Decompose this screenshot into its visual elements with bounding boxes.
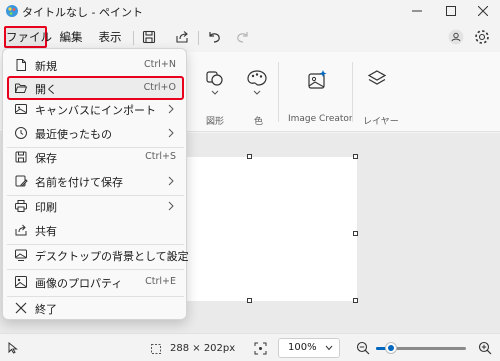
shapes-group-label: 図形 (206, 117, 225, 127)
menu-item-label: 終了 (35, 303, 57, 316)
image-properties-icon (15, 276, 27, 288)
status-bar: 288 × 202px 100% (0, 333, 500, 361)
save-icon[interactable] (140, 28, 158, 46)
share-icon (15, 224, 27, 236)
menu-item-label: 新規 (35, 60, 57, 73)
menu-separator (198, 31, 199, 45)
canvas-size-text: 288 × 202px (170, 343, 236, 354)
zoom-slider-thumb[interactable] (385, 342, 398, 354)
title-bar: タイトルなし - ペイント (0, 0, 500, 22)
color-palette-icon[interactable] (246, 68, 268, 96)
resize-handle[interactable] (353, 298, 358, 303)
new-file-icon (16, 59, 26, 71)
chevron-right-icon (168, 250, 174, 260)
menu-item-save-as[interactable]: 名前を付けて保存 (7, 169, 184, 193)
menu-item-label: デスクトップの背景として設定 (35, 250, 189, 263)
menu-item-shortcut: Ctrl+O (143, 82, 176, 93)
close-icon (15, 302, 27, 314)
ribbon-separator (352, 62, 353, 122)
redo-icon[interactable] (234, 28, 252, 46)
wallpaper-icon (15, 249, 27, 261)
menu-item-image-properties[interactable]: 画像のプロパティ Ctrl+E (7, 270, 184, 294)
share-icon[interactable] (173, 28, 191, 46)
drawing-canvas[interactable] (187, 157, 357, 301)
ribbon-separator (278, 62, 279, 122)
file-menu-dropdown: 新規 Ctrl+N 開く Ctrl+O キャンバスにインポート 最近使ったもの (2, 48, 189, 320)
menu-item-label: 保存 (35, 152, 57, 165)
print-icon (15, 200, 27, 212)
fit-to-window-icon[interactable] (254, 342, 267, 355)
minimize-icon (412, 10, 422, 12)
menu-item-label: 開く (35, 83, 57, 96)
file-menu-button[interactable]: ファイル (4, 26, 52, 48)
menu-item-label: 共有 (35, 225, 57, 238)
save-as-icon (15, 175, 28, 187)
chevron-down-icon (325, 345, 333, 351)
maximize-icon (446, 6, 456, 16)
colors-group-label: 色 (254, 117, 264, 127)
chevron-right-icon (168, 201, 174, 211)
resize-handle[interactable] (353, 231, 358, 236)
menu-item-import-to-canvas[interactable]: キャンバスにインポート (7, 97, 184, 121)
canvas-size-icon (151, 344, 161, 354)
menu-item-label: 印刷 (35, 201, 57, 214)
zoom-out-icon[interactable] (356, 341, 370, 355)
chevron-right-icon (168, 176, 174, 186)
paint-app-icon (6, 5, 18, 17)
cursor-position-icon (8, 342, 18, 354)
layers-icon[interactable] (366, 68, 388, 90)
resize-handle[interactable] (247, 154, 252, 159)
zoom-value: 100% (288, 342, 317, 353)
menu-item-label: 画像のプロパティ (35, 277, 123, 290)
folder-open-icon (15, 83, 28, 93)
menu-item-save[interactable]: 保存 Ctrl+S (7, 145, 184, 169)
recent-icon (15, 127, 27, 139)
zoom-in-icon[interactable] (478, 341, 492, 355)
menu-item-shortcut: Ctrl+E (145, 276, 176, 287)
menu-item-recent[interactable]: 最近使ったもの (7, 121, 184, 145)
chevron-right-icon (168, 128, 174, 138)
menu-item-set-as-wallpaper[interactable]: デスクトップの背景として設定 (7, 243, 189, 267)
menu-item-new[interactable]: 新規 Ctrl+N (7, 53, 184, 77)
menu-separator (133, 31, 134, 45)
close-window-icon (478, 6, 488, 16)
account-icon[interactable] (447, 28, 465, 46)
settings-gear-icon[interactable] (473, 28, 491, 46)
resize-handle[interactable] (353, 154, 358, 159)
menu-item-label: キャンバスにインポート (35, 104, 156, 117)
resize-handle[interactable] (247, 298, 252, 303)
zoom-dropdown[interactable]: 100% (278, 338, 340, 358)
maximize-button[interactable] (436, 0, 466, 22)
menu-item-print[interactable]: 印刷 (7, 194, 184, 218)
close-window-button[interactable] (468, 0, 498, 22)
menu-item-shortcut: Ctrl+S (145, 151, 176, 162)
menu-item-shortcut: Ctrl+N (144, 59, 176, 70)
save-icon (15, 151, 27, 163)
shapes-icon[interactable] (204, 68, 226, 96)
menu-item-label: 最近使ったもの (35, 128, 112, 141)
minimize-button[interactable] (402, 0, 432, 22)
menu-item-label: 名前を付けて保存 (35, 176, 123, 189)
menu-item-exit[interactable]: 終了 (7, 296, 184, 320)
chevron-right-icon (168, 104, 174, 114)
layers-group-label: レイヤー (363, 117, 399, 127)
edit-menu-button[interactable]: 編集 (55, 26, 87, 48)
import-icon (15, 104, 27, 114)
image-creator-group-label: Image Creator (288, 114, 353, 124)
window-title: タイトルなし - ペイント (22, 6, 143, 19)
menu-item-share[interactable]: 共有 (7, 218, 184, 242)
image-creator-icon[interactable] (305, 68, 329, 92)
undo-icon[interactable] (205, 28, 223, 46)
view-menu-button[interactable]: 表示 (94, 26, 126, 48)
